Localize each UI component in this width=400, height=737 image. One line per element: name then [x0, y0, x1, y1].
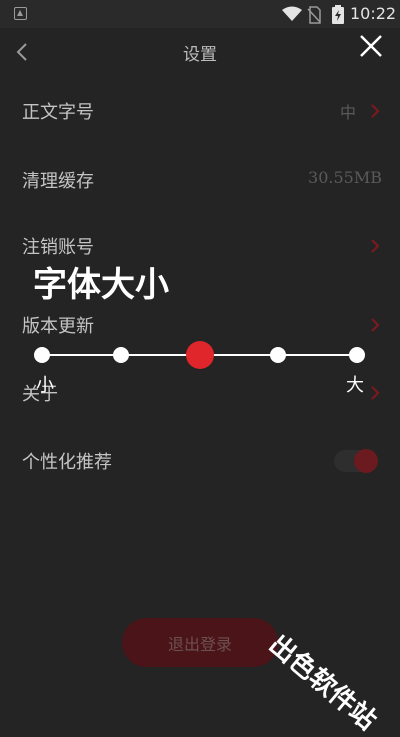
- battery-icon: [332, 5, 344, 24]
- slider-max-label: 大: [346, 375, 364, 396]
- font-size-title: 字体大小: [33, 265, 169, 305]
- row-label: 清理缓存: [22, 171, 94, 192]
- chevron-right-icon: [371, 239, 380, 253]
- wifi-icon: [282, 6, 302, 21]
- toggle-knob: [354, 449, 378, 473]
- chevron-right-icon: [371, 386, 380, 400]
- close-icon[interactable]: [359, 34, 383, 58]
- slider-stop[interactable]: [349, 347, 365, 363]
- row-label: 注销账号: [22, 237, 94, 258]
- slider-stop[interactable]: [270, 347, 287, 363]
- slider-stop[interactable]: [34, 347, 50, 363]
- settings-row-about[interactable]: 关于: [0, 372, 400, 412]
- no-sim-icon: [307, 6, 321, 24]
- personalized-toggle[interactable]: [334, 449, 378, 473]
- watermark: 出色软件站: [262, 629, 382, 737]
- settings-row-version-update[interactable]: 版本更新: [0, 304, 400, 344]
- slider-min-label: 小: [36, 375, 54, 396]
- row-label: 个性化推荐: [22, 452, 112, 473]
- slider-stop-selected[interactable]: [185, 341, 214, 369]
- slider-stop[interactable]: [112, 347, 129, 363]
- chevron-right-icon: [371, 104, 380, 118]
- page-title: 设置: [183, 45, 217, 65]
- settings-row-font-size[interactable]: 正文字号 中: [0, 90, 400, 130]
- row-value: 中: [339, 103, 356, 122]
- logout-button[interactable]: 退出登录: [122, 618, 278, 667]
- cache-size: 30.55MB: [308, 168, 382, 187]
- settings-row-personalized: 个性化推荐: [0, 440, 400, 480]
- status-time: 10:22: [350, 4, 397, 23]
- row-label: 正文字号: [22, 102, 94, 123]
- app-icon: [14, 7, 27, 20]
- settings-row-clear-cache[interactable]: 清理缓存 30.55MB: [0, 159, 400, 199]
- status-bar: 10:22: [0, 0, 400, 28]
- chevron-right-icon: [371, 318, 380, 332]
- row-label: 版本更新: [22, 316, 94, 337]
